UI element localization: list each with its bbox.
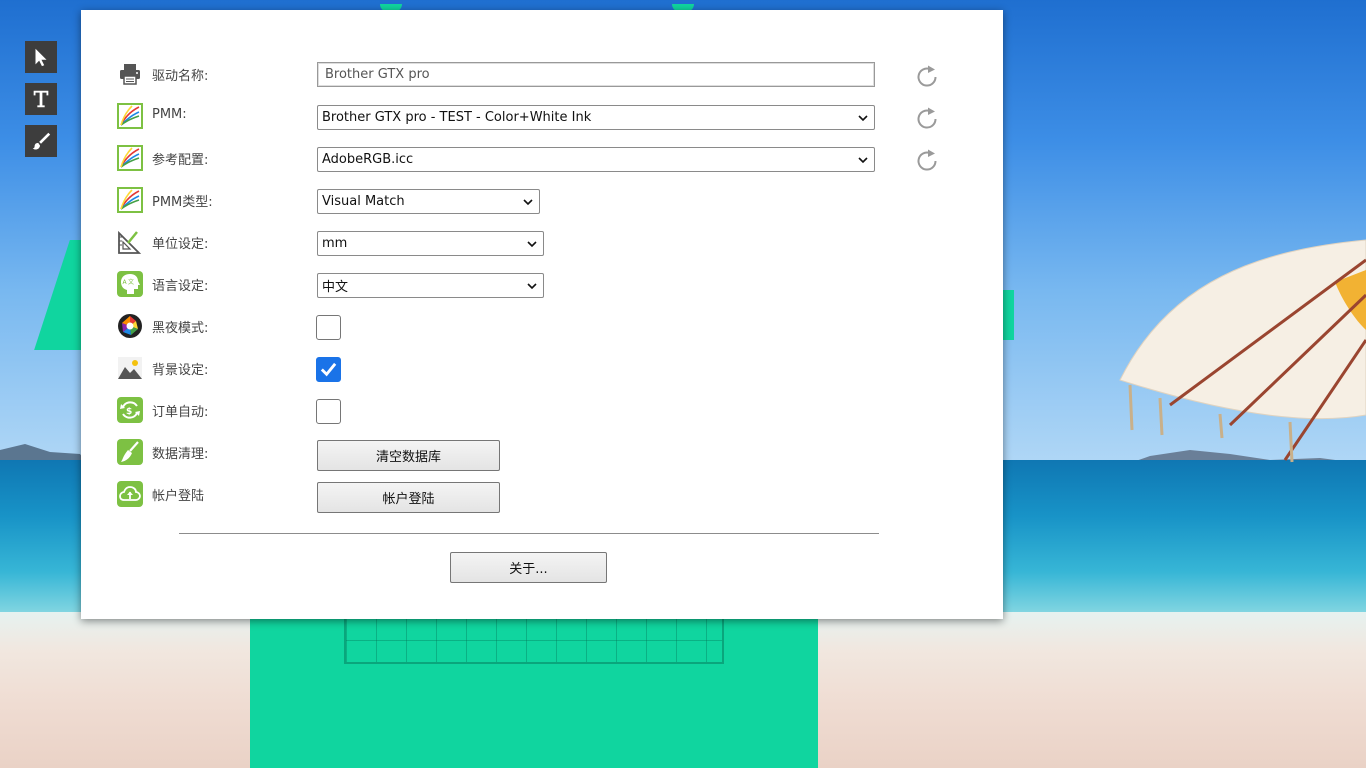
- pmm-refresh-button[interactable]: [913, 105, 941, 133]
- svg-text:文: 文: [128, 278, 134, 286]
- auto-order-label: 订单自动:: [152, 405, 209, 420]
- chevron-down-icon: [858, 157, 868, 164]
- reference-profile-select[interactable]: AdobeRGB.icc: [317, 147, 875, 172]
- ruler-triangle-icon: [118, 230, 142, 254]
- driver-name-row: 驱动名称:: [117, 61, 208, 87]
- pmm-type-row: PMM类型:: [117, 187, 213, 213]
- about-button[interactable]: 关于...: [450, 552, 607, 583]
- language-select[interactable]: 中文: [317, 273, 544, 298]
- color-profile-icon: [117, 145, 143, 171]
- language-select-value: 中文: [322, 280, 349, 295]
- tool-strip: [25, 41, 57, 167]
- aperture-icon: [118, 314, 142, 338]
- chevron-down-icon: [523, 199, 533, 206]
- refresh-icon: [917, 149, 937, 171]
- data-cleanup-label: 数据清理:: [152, 447, 209, 462]
- cloud-upload-icon: [117, 481, 143, 507]
- pmm-type-label: PMM类型:: [152, 195, 213, 210]
- account-label: 帐户登陆: [152, 489, 205, 504]
- printer-icon: [120, 64, 140, 85]
- checkmark-icon: [320, 362, 337, 377]
- driver-name-label: 驱动名称:: [152, 69, 209, 84]
- chevron-down-icon: [527, 241, 537, 248]
- pmm-label: PMM:: [152, 107, 187, 122]
- account-row: 帐户登陆: [117, 481, 204, 507]
- divider: [179, 533, 879, 534]
- pmm-row: PMM:: [117, 103, 187, 129]
- color-profile-icon: [117, 187, 143, 213]
- svg-text:$: $: [126, 407, 132, 417]
- reference-profile-refresh-button[interactable]: [913, 147, 941, 175]
- print-area-grid: [344, 614, 724, 664]
- brush-tool-button[interactable]: [25, 125, 57, 157]
- units-row: 单位设定:: [117, 229, 208, 255]
- auto-order-checkbox[interactable]: [316, 399, 341, 424]
- reference-profile-label: 参考配置:: [152, 153, 209, 168]
- chevron-down-icon: [858, 115, 868, 122]
- account-login-button[interactable]: 帐户登陆: [317, 482, 500, 513]
- pmm-type-select-value: Visual Match: [322, 194, 405, 209]
- driver-name-input[interactable]: [317, 62, 875, 87]
- brush-icon: [32, 132, 51, 150]
- auto-order-row: $ 订单自动:: [117, 397, 208, 423]
- landscape-icon: [118, 357, 142, 379]
- text-tool-button[interactable]: [25, 83, 57, 115]
- chevron-down-icon: [527, 283, 537, 290]
- cursor-arrow-icon: [35, 48, 47, 67]
- data-cleanup-row: 数据清理:: [117, 439, 208, 465]
- dark-mode-row: 黑夜模式:: [117, 313, 208, 339]
- beach-umbrella: [1119, 239, 1366, 463]
- broom-icon: [117, 439, 143, 465]
- units-select[interactable]: mm: [317, 231, 544, 256]
- dark-mode-checkbox[interactable]: [316, 315, 341, 340]
- pointer-tool-button[interactable]: [25, 41, 57, 73]
- language-label: 语言设定:: [152, 279, 209, 294]
- pmm-select-value: Brother GTX pro - TEST - Color+White Ink: [322, 110, 592, 125]
- units-label: 单位设定:: [152, 237, 209, 252]
- language-head-icon: A 文: [117, 271, 143, 297]
- text-t-icon: [33, 90, 49, 108]
- pmm-type-select[interactable]: Visual Match: [317, 189, 540, 214]
- dark-mode-label: 黑夜模式:: [152, 321, 209, 336]
- refresh-icon: [917, 65, 937, 87]
- background-row: 背景设定:: [117, 355, 208, 381]
- refresh-icon: [917, 107, 937, 129]
- reference-profile-select-value: AdobeRGB.icc: [322, 152, 414, 167]
- pmm-select[interactable]: Brother GTX pro - TEST - Color+White Ink: [317, 105, 875, 130]
- color-profile-icon: [117, 103, 143, 129]
- units-select-value: mm: [322, 236, 348, 251]
- language-row: A 文 语言设定:: [117, 271, 208, 297]
- settings-dialog: 驱动名称: PMM: Brother GTX pro - TEST - Colo…: [81, 10, 1003, 619]
- auto-cycle-icon: $: [117, 397, 143, 423]
- clear-database-button[interactable]: 清空数据库: [317, 440, 500, 471]
- background-label: 背景设定:: [152, 363, 209, 378]
- background-checkbox[interactable]: [316, 357, 341, 382]
- reference-profile-row: 参考配置:: [117, 145, 208, 171]
- driver-refresh-button[interactable]: [913, 63, 941, 91]
